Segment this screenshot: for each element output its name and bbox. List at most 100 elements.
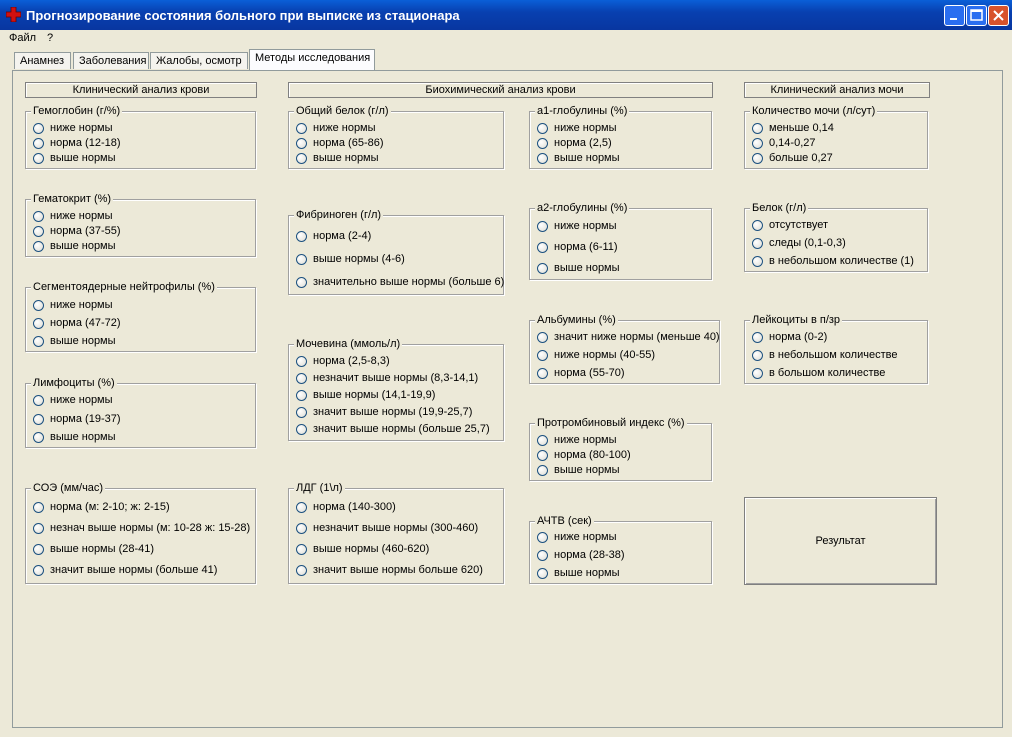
radio-option-lymphocytes[interactable]: норма (19-37) — [33, 412, 121, 426]
radio-button[interactable] — [296, 152, 307, 164]
radio-option-hematocrit[interactable]: норма (37-55) — [33, 224, 121, 238]
radio-option-urine-protein[interactable]: отсутствует — [752, 218, 828, 232]
radio-button[interactable] — [752, 367, 763, 379]
radio-option-leukocytes[interactable]: норма (0-2) — [752, 330, 827, 344]
radio-button[interactable] — [752, 255, 763, 267]
radio-option-neutrophils[interactable]: ниже нормы — [33, 298, 113, 312]
radio-button[interactable] — [296, 355, 307, 367]
radio-option-leukocytes[interactable]: в большом количестве — [752, 366, 885, 380]
radio-button[interactable] — [33, 210, 44, 222]
menu-file[interactable]: Файл — [9, 32, 36, 44]
result-button[interactable]: Результат — [744, 497, 937, 585]
radio-button[interactable] — [537, 241, 548, 253]
maximize-button[interactable] — [966, 5, 987, 26]
radio-button[interactable] — [537, 331, 548, 343]
radio-option-ldh[interactable]: выше нормы (460-620) — [296, 542, 429, 556]
radio-option-a1-globulins[interactable]: ниже нормы — [537, 121, 617, 135]
radio-button[interactable] — [33, 501, 44, 513]
radio-option-ldh[interactable]: норма (140-300) — [296, 500, 396, 514]
radio-button[interactable] — [296, 501, 307, 513]
radio-button[interactable] — [296, 564, 307, 576]
radio-button[interactable] — [33, 122, 44, 134]
radio-option-esr[interactable]: выше нормы (28-41) — [33, 542, 154, 556]
radio-option-albumins[interactable]: норма (55-70) — [537, 366, 625, 380]
radio-button[interactable] — [537, 262, 548, 274]
minimize-button[interactable] — [944, 5, 965, 26]
radio-option-ldh[interactable]: значит выше нормы больше 620) — [296, 563, 483, 577]
radio-option-lymphocytes[interactable]: ниже нормы — [33, 393, 113, 407]
radio-button[interactable] — [537, 220, 548, 232]
radio-button[interactable] — [537, 137, 548, 149]
radio-option-urea[interactable]: значит выше нормы (19,9-25,7) — [296, 405, 472, 419]
radio-option-a1-globulins[interactable]: норма (2,5) — [537, 136, 612, 150]
radio-button[interactable] — [537, 367, 548, 379]
radio-option-a1-globulins[interactable]: выше нормы — [537, 151, 620, 165]
radio-option-aptt[interactable]: выше нормы — [537, 566, 620, 580]
radio-button[interactable] — [33, 431, 44, 443]
radio-option-urine-amount[interactable]: меньше 0,14 — [752, 121, 834, 135]
radio-option-prothrombin[interactable]: ниже нормы — [537, 433, 617, 447]
radio-option-prothrombin[interactable]: норма (80-100) — [537, 448, 631, 462]
radio-option-urea[interactable]: норма (2,5-8,3) — [296, 354, 390, 368]
radio-option-a2-globulins[interactable]: ниже нормы — [537, 219, 617, 233]
radio-button[interactable] — [752, 219, 763, 231]
radio-button[interactable] — [296, 230, 307, 242]
radio-option-total-protein[interactable]: ниже нормы — [296, 121, 376, 135]
radio-option-a2-globulins[interactable]: норма (6-11) — [537, 240, 618, 254]
tab-diseases[interactable]: Заболевания — [73, 52, 149, 69]
radio-button[interactable] — [296, 372, 307, 384]
radio-button[interactable] — [296, 406, 307, 418]
menu-help[interactable]: ? — [47, 32, 53, 44]
radio-button[interactable] — [537, 464, 548, 476]
radio-button[interactable] — [537, 122, 548, 134]
radio-button[interactable] — [296, 253, 307, 265]
radio-button[interactable] — [296, 389, 307, 401]
radio-option-fibrinogen[interactable]: норма (2-4) — [296, 229, 371, 243]
radio-option-hematocrit[interactable]: выше нормы — [33, 239, 116, 253]
radio-option-urea[interactable]: выше нормы (14,1-19,9) — [296, 388, 435, 402]
radio-option-esr[interactable]: незнач выше нормы (м: 10-28 ж: 15-28) — [33, 521, 250, 535]
radio-option-aptt[interactable]: ниже нормы — [537, 530, 617, 544]
radio-button[interactable] — [33, 317, 44, 329]
radio-button[interactable] — [752, 122, 763, 134]
radio-button[interactable] — [33, 240, 44, 252]
radio-button[interactable] — [537, 449, 548, 461]
radio-option-neutrophils[interactable]: выше нормы — [33, 334, 116, 348]
radio-option-lymphocytes[interactable]: выше нормы — [33, 430, 116, 444]
radio-option-albumins[interactable]: ниже нормы (40-55) — [537, 348, 655, 362]
radio-option-urine-amount[interactable]: 0,14-0,27 — [752, 136, 815, 150]
radio-option-hemoglobin[interactable]: норма (12-18) — [33, 136, 121, 150]
radio-button[interactable] — [537, 531, 548, 543]
radio-button[interactable] — [33, 225, 44, 237]
radio-option-leukocytes[interactable]: в небольшом количестве — [752, 348, 897, 362]
radio-option-urine-amount[interactable]: больше 0,27 — [752, 151, 833, 165]
radio-button[interactable] — [752, 331, 763, 343]
radio-option-total-protein[interactable]: норма (65-86) — [296, 136, 384, 150]
radio-option-urea[interactable]: значит выше нормы (больше 25,7) — [296, 422, 490, 436]
radio-button[interactable] — [537, 567, 548, 579]
radio-option-fibrinogen[interactable]: значительно выше нормы (больше 6) — [296, 275, 504, 289]
radio-button[interactable] — [752, 152, 763, 164]
radio-option-hemoglobin[interactable]: выше нормы — [33, 151, 116, 165]
radio-button[interactable] — [33, 137, 44, 149]
radio-option-hemoglobin[interactable]: ниже нормы — [33, 121, 113, 135]
radio-button[interactable] — [33, 543, 44, 555]
radio-button[interactable] — [296, 276, 307, 288]
radio-option-albumins[interactable]: значит ниже нормы (меньше 40) — [537, 330, 720, 344]
radio-button[interactable] — [296, 522, 307, 534]
radio-button[interactable] — [33, 522, 44, 534]
radio-option-aptt[interactable]: норма (28-38) — [537, 548, 625, 562]
radio-option-prothrombin[interactable]: выше нормы — [537, 463, 620, 477]
radio-button[interactable] — [537, 434, 548, 446]
radio-button[interactable] — [537, 152, 548, 164]
radio-option-neutrophils[interactable]: норма (47-72) — [33, 316, 121, 330]
tab-anamnesis[interactable]: Анамнез — [14, 52, 71, 69]
radio-option-hematocrit[interactable]: ниже нормы — [33, 209, 113, 223]
radio-option-urine-protein[interactable]: следы (0,1-0,3) — [752, 236, 846, 250]
radio-button[interactable] — [296, 122, 307, 134]
radio-button[interactable] — [537, 549, 548, 561]
radio-option-ldh[interactable]: незначит выше нормы (300-460) — [296, 521, 478, 535]
radio-button[interactable] — [33, 299, 44, 311]
radio-button[interactable] — [296, 137, 307, 149]
radio-button[interactable] — [33, 564, 44, 576]
